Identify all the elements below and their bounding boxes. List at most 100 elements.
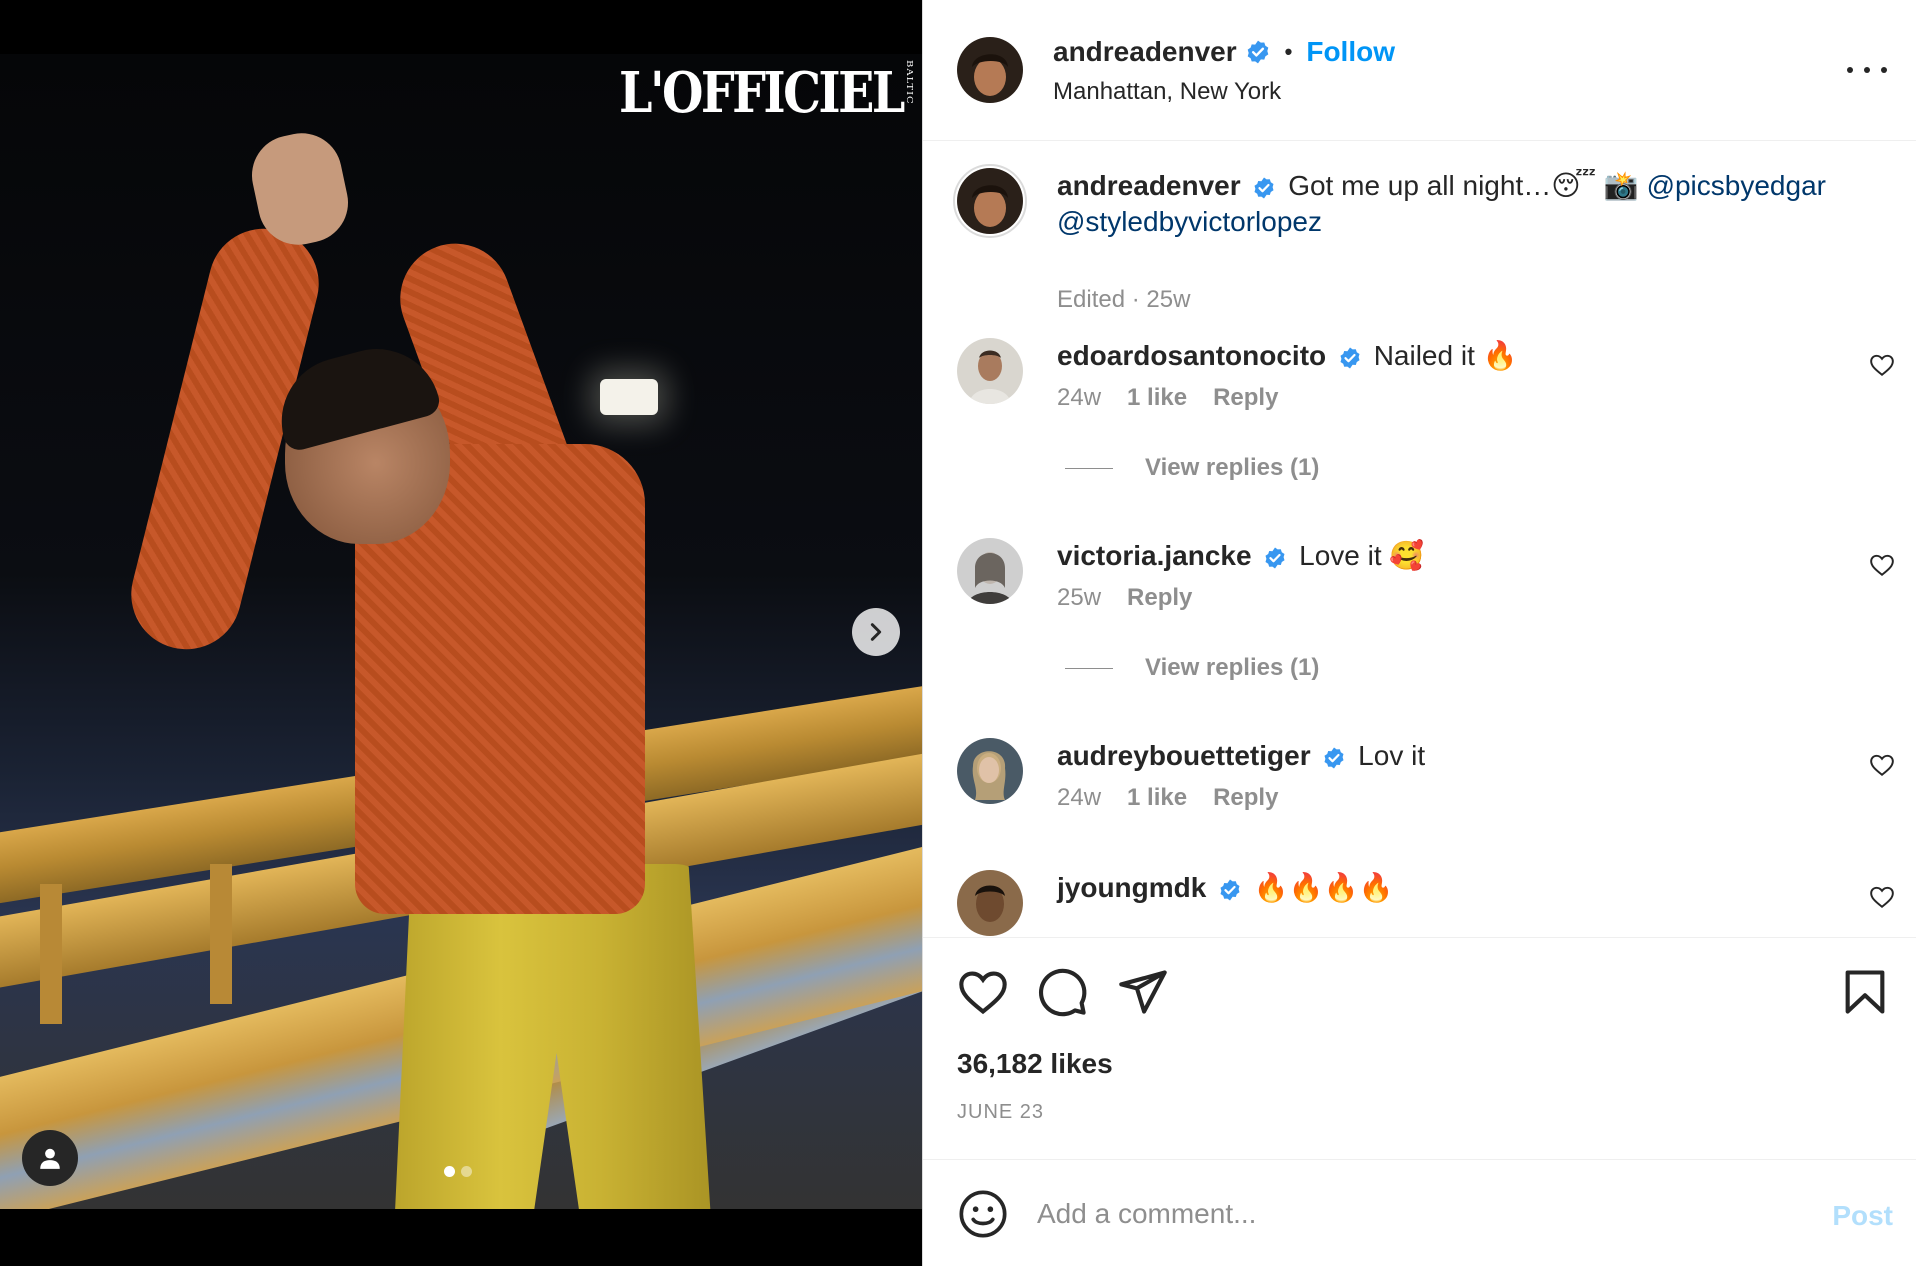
reply-divider-line — [1065, 667, 1113, 669]
separator-dot: • — [1284, 39, 1293, 64]
more-dot — [1847, 67, 1853, 73]
comment-likes[interactable]: 1 like — [1127, 384, 1187, 412]
more-options-button[interactable] — [1847, 55, 1887, 85]
post-comment-button[interactable]: Post — [1832, 1200, 1893, 1232]
comment-username[interactable]: edoardosantonocito — [1057, 340, 1326, 371]
bookmark-icon[interactable] — [1839, 966, 1891, 1018]
post-header: andreadenver • Follow Manhattan, New Yor… — [923, 0, 1916, 141]
background-light — [600, 379, 658, 415]
comment-time[interactable]: 24w — [1057, 784, 1101, 812]
caption-author-avatar[interactable] — [957, 168, 1023, 234]
more-dot — [1864, 67, 1870, 73]
comment-item: audreybouettetiger Lov it 24w 1 like Rep… — [923, 738, 1916, 838]
author-avatar[interactable] — [957, 37, 1023, 103]
comment-text-line: victoria.jancke Love it 🥰 — [1057, 538, 1847, 574]
post-photo[interactable] — [0, 54, 922, 1209]
commenter-avatar[interactable] — [957, 338, 1023, 404]
comment-meta: 25w Reply — [1057, 584, 1192, 612]
carousel-indicator — [444, 1166, 472, 1177]
caption-username[interactable]: andreadenver — [1057, 170, 1241, 201]
share-icon[interactable] — [1117, 966, 1169, 1018]
caption-text: Got me up all night…😴 📸 — [1288, 170, 1647, 201]
author-username[interactable]: andreadenver — [1053, 36, 1237, 68]
verified-badge-icon — [1324, 747, 1344, 769]
reply-button[interactable]: Reply — [1127, 584, 1192, 612]
comment-text: Nailed it 🔥 — [1373, 340, 1518, 371]
verified-badge-icon — [1265, 547, 1285, 569]
avatar-image — [957, 338, 1023, 404]
user-tags-button[interactable] — [22, 1130, 78, 1186]
author-row: andreadenver • Follow — [1053, 36, 1395, 68]
emoji-icon[interactable] — [957, 1188, 1009, 1240]
carousel-dot — [461, 1166, 472, 1177]
model-trousers — [391, 864, 715, 1209]
follow-button[interactable]: Follow — [1306, 36, 1395, 68]
comment-time[interactable]: 25w — [1057, 584, 1101, 612]
comment-time[interactable]: 24w — [1057, 384, 1101, 412]
likes-count[interactable]: 36,182 likes — [957, 1048, 1113, 1080]
magazine-logo: L'OFFICIEL BALTIC — [619, 60, 914, 126]
comment-text: 🔥🔥🔥🔥 — [1253, 872, 1394, 903]
more-dot — [1881, 67, 1887, 73]
post-date[interactable]: JUNE 23 — [957, 1101, 1044, 1124]
avatar-image — [957, 738, 1023, 804]
comment-like-icon[interactable] — [1869, 752, 1895, 778]
caption-text-line: andreadenver Got me up all night…😴 📸 @pi… — [1057, 168, 1847, 240]
comment-like-icon[interactable] — [1869, 352, 1895, 378]
reply-button[interactable]: Reply — [1213, 784, 1278, 812]
comment-like-icon[interactable] — [1869, 884, 1895, 910]
caption-meta: Edited · 25w — [1057, 286, 1190, 314]
view-replies-button[interactable]: View replies (1) — [1065, 654, 1319, 682]
chevron-right-icon — [870, 623, 882, 641]
post-caption: andreadenver Got me up all night…😴 📸 @pi… — [923, 164, 1916, 313]
reply-button[interactable]: Reply — [1213, 384, 1278, 412]
heart-icon[interactable] — [957, 966, 1009, 1018]
comment-text-line: jyoungmdk 🔥🔥🔥🔥 — [1057, 870, 1847, 906]
post-actions: 36,182 likes JUNE 23 — [923, 937, 1916, 1159]
verified-badge-icon — [1254, 177, 1274, 199]
comment-like-icon[interactable] — [1869, 552, 1895, 578]
comment-meta: 24w 1 like Reply — [1057, 784, 1278, 812]
user-tag-icon — [40, 1148, 60, 1169]
view-replies-label: View replies (1) — [1145, 654, 1320, 681]
comment-username[interactable]: audreybouettetiger — [1057, 740, 1311, 771]
avatar-image — [957, 168, 1023, 234]
post-details-panel: andreadenver • Follow Manhattan, New Yor… — [922, 0, 1916, 1266]
comment-input[interactable] — [1037, 1190, 1777, 1238]
avatar-image — [957, 538, 1023, 604]
verified-badge-icon — [1220, 879, 1240, 901]
comment-username[interactable]: jyoungmdk — [1057, 872, 1206, 903]
comment-text: Love it 🥰 — [1299, 540, 1425, 571]
comment-likes[interactable]: 1 like — [1127, 784, 1187, 812]
reply-divider-line — [1065, 467, 1113, 469]
add-comment-bar: Post — [923, 1159, 1916, 1266]
mention-link[interactable]: @picsbyedgar — [1647, 170, 1826, 201]
comment-item: jyoungmdk 🔥🔥🔥🔥 — [923, 870, 1916, 937]
comments-list[interactable]: andreadenver Got me up all night…😴 📸 @pi… — [923, 142, 1916, 937]
commenter-avatar[interactable] — [957, 870, 1023, 936]
verified-badge-icon — [1247, 40, 1268, 64]
view-replies-button[interactable]: View replies (1) — [1065, 454, 1319, 482]
comment-text-line: edoardosantonocito Nailed it 🔥 — [1057, 338, 1847, 374]
comment-text-line: audreybouettetiger Lov it — [1057, 738, 1847, 774]
carousel-next-button[interactable] — [852, 608, 900, 656]
post-media: L'OFFICIEL BALTIC — [0, 0, 922, 1266]
commenter-avatar[interactable] — [957, 538, 1023, 604]
avatar-image — [957, 870, 1023, 936]
comment-username[interactable]: victoria.jancke — [1057, 540, 1252, 571]
comment-meta: 24w 1 like Reply — [1057, 384, 1278, 412]
post-location[interactable]: Manhattan, New York — [1053, 78, 1281, 106]
avatar-image — [957, 37, 1023, 103]
guardrail-post — [210, 864, 232, 1004]
view-replies-label: View replies (1) — [1145, 454, 1320, 481]
caption-edited-time: Edited · 25w — [1057, 286, 1191, 313]
comment-icon[interactable] — [1037, 966, 1089, 1018]
mention-link[interactable]: @styledbyvictorlopez — [1057, 206, 1322, 237]
guardrail-post — [40, 884, 62, 1024]
verified-badge-icon — [1340, 347, 1360, 369]
comment-text: Lov it — [1358, 740, 1426, 771]
comment-item: victoria.jancke Love it 🥰 25w Reply View… — [923, 538, 1916, 698]
comment-item: edoardosantonocito Nailed it 🔥 24w 1 lik… — [923, 338, 1916, 498]
commenter-avatar[interactable] — [957, 738, 1023, 804]
carousel-dot-active — [444, 1166, 455, 1177]
